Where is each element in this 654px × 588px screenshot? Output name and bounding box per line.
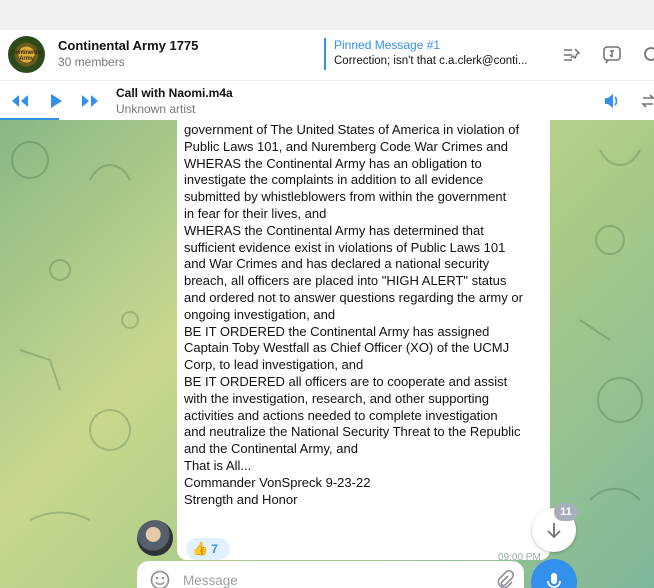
pinned-list-icon[interactable] <box>561 44 583 66</box>
rewind-icon[interactable] <box>10 93 30 109</box>
message-line: WHERAS the Continental Army has determin… <box>184 222 484 238</box>
emoji-icon[interactable] <box>149 569 171 588</box>
message-line: BE IT ORDERED all officers are to cooper… <box>184 373 508 389</box>
attach-icon[interactable] <box>493 569 515 588</box>
message-line: breach, all officers are placed into "HI… <box>184 273 507 289</box>
message-line: submitted by whistleblowers from within … <box>184 189 507 205</box>
volume-icon[interactable] <box>603 93 621 109</box>
message-line: That is All... <box>184 457 252 473</box>
message-line: in fear for their lives, and <box>184 205 327 221</box>
message-line: and neutralize the National Security Thr… <box>184 424 521 440</box>
message-line: government of The United States of Ameri… <box>184 122 520 137</box>
reaction-thumbs-up[interactable]: 👍 7 <box>186 538 230 560</box>
message-line: Strength and Honor <box>184 491 298 507</box>
pinned-message-bar[interactable]: Pinned Message #1 Correction; isn't that… <box>324 38 538 70</box>
chat-avatar[interactable]: Continental Army <box>8 36 45 73</box>
pinned-message-title: Pinned Message #1 <box>334 38 441 52</box>
arrow-down-icon <box>547 523 561 539</box>
audio-title: Call with Naomi.m4a <box>116 86 233 100</box>
message-line: and the Continental Army, and <box>184 441 358 457</box>
message-line: sufficient evidence exist in violations … <box>184 239 506 255</box>
window-top-strip <box>0 0 654 30</box>
audio-player-bar: Call with Naomi.m4a Unknown artist <box>0 80 654 120</box>
chat-title[interactable]: Continental Army 1775 <box>58 38 198 53</box>
message-bubble[interactable]: government of The United States of Ameri… <box>177 120 550 560</box>
chat-avatar-text: Continental Army <box>11 50 42 62</box>
repeat-icon[interactable] <box>641 93 654 109</box>
search-icon[interactable] <box>641 44 654 66</box>
message-line: with the investigation, research, and ot… <box>184 390 489 406</box>
comments-icon[interactable] <box>601 44 623 66</box>
message-input[interactable] <box>183 573 473 588</box>
chat-header: Continental Army Continental Army 1775 3… <box>0 30 654 80</box>
sender-avatar[interactable] <box>137 520 173 556</box>
message-line: Corp, to lead investigation, and <box>184 357 364 373</box>
microphone-icon <box>547 573 561 588</box>
message-line: Public Laws 101, and Nuremberg Code War … <box>184 138 508 154</box>
message-line: activities and actions needed to complet… <box>184 407 498 423</box>
message-composer <box>137 561 524 588</box>
unread-count-badge: 11 <box>554 503 578 521</box>
pinned-message-text: Correction; isn't that c.a.clerk@conti..… <box>334 55 528 67</box>
message-line: Captain Toby Westfall as Chief Officer (… <box>184 340 510 356</box>
reaction-count: 7 <box>211 542 218 556</box>
play-icon[interactable] <box>49 93 63 109</box>
message-line: and War Crimes and has declared a nation… <box>184 256 490 272</box>
message-line: ongoing investigation, and <box>184 306 336 322</box>
audio-artist: Unknown artist <box>116 102 196 116</box>
fast-forward-icon[interactable] <box>80 93 100 109</box>
thumbs-up-icon: 👍 <box>192 541 209 556</box>
message-line: WHERAS the Continental Army has an oblig… <box>184 155 482 171</box>
message-line: investigate the complaints in addition t… <box>184 172 484 188</box>
member-count: 30 members <box>58 55 125 69</box>
message-line: BE IT ORDERED the Continental Army has a… <box>184 323 490 339</box>
message-line: and ordered not to answer questions rega… <box>184 289 523 305</box>
message-line: Commander VonSpreck 9-23-22 <box>184 474 371 490</box>
